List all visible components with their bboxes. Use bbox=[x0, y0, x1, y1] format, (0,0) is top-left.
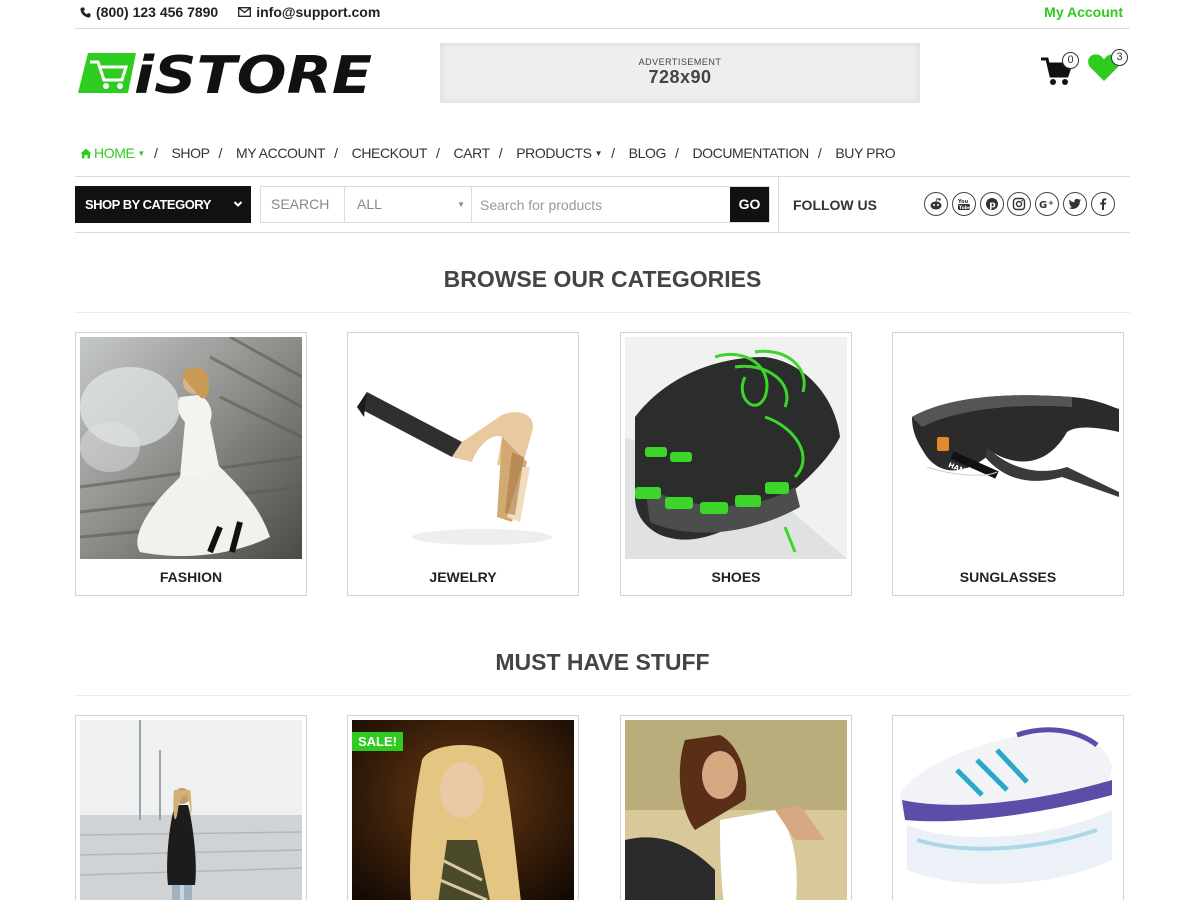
wishlist-button[interactable]: 3 bbox=[1087, 49, 1128, 87]
email-info[interactable]: info@support.com bbox=[238, 4, 380, 20]
nav-item-cart[interactable]: CART bbox=[448, 145, 490, 161]
main-navigation: HOME ▼ / SHOP / MY ACCOUNT / CHECKOUT / … bbox=[75, 142, 1130, 164]
nav-label: BUY PRO bbox=[835, 145, 896, 161]
search-bar-row: SHOP BY CATEGORY SEARCH ALL ▼ GO FOLLOW … bbox=[75, 176, 1130, 233]
product-image[interactable] bbox=[625, 720, 847, 900]
ad-size: 728x90 bbox=[648, 67, 712, 87]
youtube-icon[interactable]: You Tube bbox=[951, 192, 976, 216]
istore-logo-graphic: iSTORE bbox=[78, 46, 372, 106]
search-go-button[interactable]: GO bbox=[730, 187, 769, 222]
product-card[interactable] bbox=[892, 715, 1124, 900]
nav-separator: / bbox=[498, 145, 503, 161]
cart-button[interactable]: 0 bbox=[1040, 52, 1079, 88]
caret-down-icon: ▼ bbox=[594, 148, 603, 158]
search-input[interactable] bbox=[472, 187, 730, 222]
fashion-image[interactable] bbox=[80, 337, 302, 559]
nav-separator: / bbox=[611, 145, 615, 161]
nav-separator: / bbox=[334, 145, 338, 161]
svg-text:+: + bbox=[1048, 199, 1054, 207]
product-card[interactable] bbox=[620, 715, 852, 900]
pinterest-icon[interactable]: p bbox=[979, 192, 1004, 216]
product-image[interactable] bbox=[80, 720, 302, 900]
nav-separator: / bbox=[435, 145, 440, 161]
category-card-fashion[interactable]: FASHION bbox=[75, 332, 307, 596]
twitter-icon[interactable] bbox=[1062, 192, 1087, 216]
home-icon bbox=[80, 148, 92, 158]
facebook-icon[interactable] bbox=[1090, 192, 1115, 216]
nav-label: BLOG bbox=[628, 145, 667, 161]
shop-by-category-label: SHOP BY CATEGORY bbox=[85, 197, 211, 212]
search-form: SEARCH ALL ▼ GO bbox=[260, 186, 770, 223]
nav-separator: / bbox=[153, 145, 158, 161]
google-plus-icon[interactable]: G + bbox=[1035, 192, 1060, 216]
cart-count-badge: 0 bbox=[1062, 52, 1079, 69]
svg-text:Tube: Tube bbox=[959, 205, 971, 211]
search-category-select[interactable]: ALL ▼ bbox=[345, 187, 472, 222]
product-card[interactable]: SALE! bbox=[347, 715, 579, 900]
nav-item-documentation[interactable]: DOCUMENTATION bbox=[687, 145, 809, 161]
category-label: FASHION bbox=[159, 569, 223, 585]
my-account-link[interactable]: My Account bbox=[1044, 4, 1123, 20]
category-card-jewelry[interactable]: JEWELRY bbox=[347, 332, 579, 596]
nav-separator: / bbox=[218, 145, 223, 161]
email-address: info@support.com bbox=[256, 4, 381, 20]
sale-badge: SALE! bbox=[352, 732, 403, 751]
category-label: SHOES bbox=[711, 569, 761, 585]
product-image[interactable]: SALE! bbox=[352, 720, 574, 900]
svg-text:p: p bbox=[989, 201, 996, 211]
search-label: SEARCH bbox=[261, 187, 345, 222]
store-logo[interactable]: iSTORE bbox=[78, 46, 374, 106]
top-bar: (800) 123 456 7890 info@support.com My A… bbox=[75, 0, 1130, 29]
contact-info: (800) 123 456 7890 info@support.com bbox=[80, 4, 400, 20]
jewelry-image[interactable] bbox=[352, 337, 574, 559]
nav-label: CART bbox=[453, 145, 490, 161]
nav-item-home[interactable]: HOME ▼ bbox=[75, 145, 145, 161]
nav-separator: / bbox=[674, 145, 679, 161]
nav-label: DOCUMENTATION bbox=[692, 145, 809, 161]
shop-by-category-dropdown[interactable]: SHOP BY CATEGORY bbox=[75, 186, 251, 223]
product-image[interactable] bbox=[897, 720, 1119, 900]
sunglasses-image[interactable]: HAMMER bbox=[897, 337, 1119, 559]
nav-item-my-account[interactable]: MY ACCOUNT bbox=[231, 145, 325, 161]
product-card[interactable] bbox=[75, 715, 307, 900]
nav-label: SHOP bbox=[171, 145, 210, 161]
must-have-stuff-heading: MUST HAVE STUFF bbox=[75, 649, 1130, 696]
nav-item-buy-pro[interactable]: BUY PRO bbox=[830, 145, 895, 161]
nav-label: HOME bbox=[94, 145, 135, 161]
nav-item-checkout[interactable]: CHECKOUT bbox=[347, 145, 428, 161]
browse-categories-heading: BROWSE OUR CATEGORIES bbox=[75, 266, 1130, 313]
phone-icon bbox=[80, 6, 91, 18]
phone-number: (800) 123 456 7890 bbox=[96, 4, 219, 20]
svg-text:iSTORE: iSTORE bbox=[134, 48, 372, 98]
nav-label: MY ACCOUNT bbox=[236, 145, 326, 161]
follow-us-label: FOLLOW US bbox=[793, 197, 877, 213]
nav-separator: / bbox=[817, 145, 822, 161]
ad-label: ADVERTISEMENT bbox=[638, 57, 722, 67]
advertisement-banner[interactable]: ADVERTISEMENT 728x90 bbox=[440, 43, 920, 103]
chevron-down-icon bbox=[233, 186, 243, 239]
shoes-image[interactable] bbox=[625, 337, 847, 559]
divider bbox=[778, 177, 779, 233]
nav-label: CHECKOUT bbox=[351, 145, 428, 161]
search-category-value: ALL bbox=[357, 196, 382, 212]
caret-down-icon: ▼ bbox=[137, 148, 145, 158]
wishlist-count-badge: 3 bbox=[1111, 49, 1128, 66]
category-card-sunglasses[interactable]: HAMMER SUNGLASSES bbox=[892, 332, 1124, 596]
reddit-icon[interactable] bbox=[924, 192, 948, 216]
category-label: SUNGLASSES bbox=[959, 569, 1057, 585]
nav-label: PRODUCTS bbox=[516, 145, 592, 161]
header: iSTORE ADVERTISEMENT 728x90 0 3 bbox=[75, 30, 1130, 125]
nav-item-shop[interactable]: SHOP bbox=[166, 145, 209, 161]
svg-text:G: G bbox=[1039, 200, 1047, 211]
envelope-icon bbox=[238, 7, 252, 17]
caret-down-icon: ▼ bbox=[457, 200, 465, 209]
category-card-shoes[interactable]: SHOES bbox=[620, 332, 852, 596]
phone-info: (800) 123 456 7890 bbox=[80, 4, 218, 20]
social-links: You Tube p G + bbox=[924, 192, 1119, 216]
nav-item-products[interactable]: PRODUCTS ▼ bbox=[511, 145, 602, 161]
nav-item-blog[interactable]: BLOG bbox=[624, 145, 667, 161]
instagram-icon[interactable] bbox=[1007, 192, 1032, 216]
category-label: JEWELRY bbox=[429, 569, 497, 585]
